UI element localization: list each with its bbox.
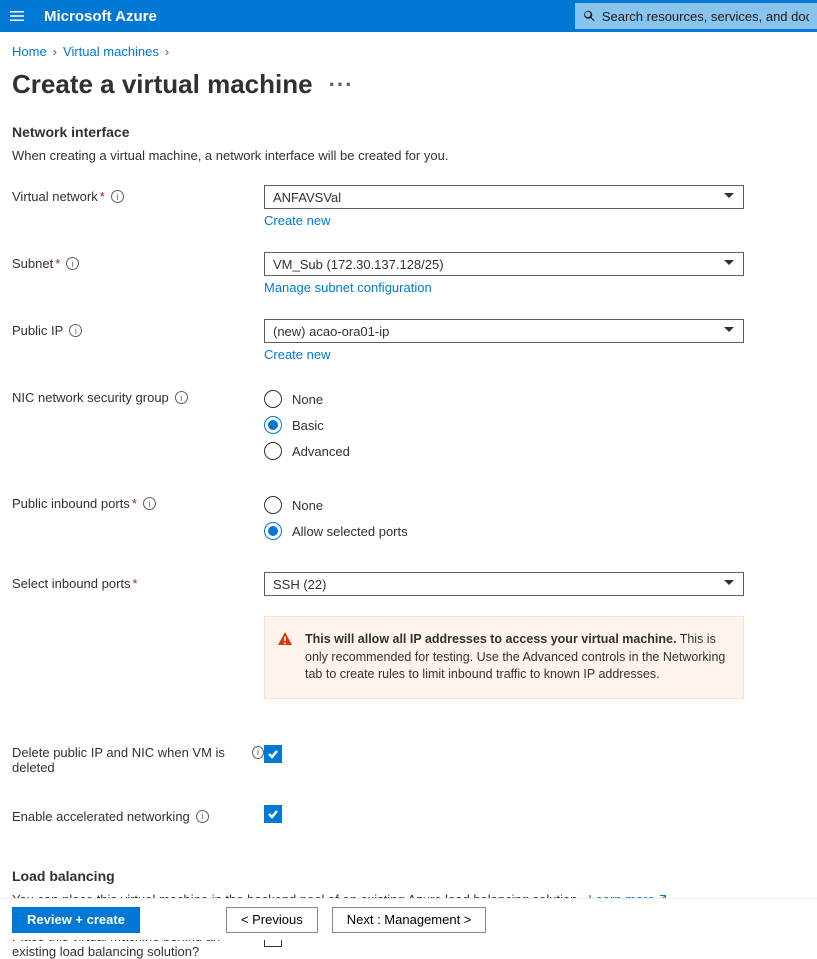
radio-icon xyxy=(264,496,282,514)
info-icon[interactable]: i xyxy=(143,497,156,510)
vnet-label: Virtual network xyxy=(12,189,98,204)
info-icon[interactable]: i xyxy=(175,391,188,404)
subnet-label: Subnet xyxy=(12,256,53,271)
ports-warning-alert: This will allow all IP addresses to acce… xyxy=(264,616,744,699)
breadcrumb-home[interactable]: Home xyxy=(12,44,47,59)
subnet-dropdown[interactable]: VM_Sub (172.30.137.128/25) xyxy=(264,252,744,276)
review-create-button[interactable]: Review + create xyxy=(12,907,140,933)
search-icon xyxy=(583,9,596,23)
chevron-down-icon xyxy=(723,324,735,339)
info-icon[interactable]: i xyxy=(111,190,124,203)
radio-icon xyxy=(264,416,282,434)
required-indicator: * xyxy=(55,256,60,271)
publicip-create-new-link[interactable]: Create new xyxy=(264,347,330,362)
next-button[interactable]: Next : Management > xyxy=(332,907,487,933)
required-indicator: * xyxy=(100,189,105,204)
accel-net-label: Enable accelerated networking xyxy=(12,809,190,824)
nsg-none-label: None xyxy=(292,392,323,407)
vnet-value: ANFAVSVal xyxy=(273,190,723,205)
nsg-radio-basic[interactable]: Basic xyxy=(264,412,756,438)
public-ip-dropdown[interactable]: (new) acao-ora01-ip xyxy=(264,319,744,343)
radio-icon xyxy=(264,442,282,460)
vnet-create-new-link[interactable]: Create new xyxy=(264,213,330,228)
delete-ip-label: Delete public IP and NIC when VM is dele… xyxy=(12,745,246,775)
nsg-label: NIC network security group xyxy=(12,390,169,405)
public-ip-value: (new) acao-ora01-ip xyxy=(273,324,723,339)
nsg-radio-advanced[interactable]: Advanced xyxy=(264,438,756,464)
breadcrumb: Home › Virtual machines › xyxy=(12,44,805,59)
required-indicator: * xyxy=(133,576,138,591)
chevron-down-icon xyxy=(723,577,735,592)
ports-radio-none[interactable]: None xyxy=(264,492,756,518)
chevron-right-icon: › xyxy=(165,44,169,59)
hamburger-icon xyxy=(9,8,25,24)
chevron-down-icon xyxy=(723,190,735,205)
info-icon[interactable]: i xyxy=(66,257,79,270)
select-ports-value: SSH (22) xyxy=(273,577,723,592)
delete-ip-checkbox[interactable] xyxy=(264,745,282,763)
warning-icon xyxy=(277,631,293,647)
subnet-value: VM_Sub (172.30.137.128/25) xyxy=(273,257,723,272)
previous-button[interactable]: < Previous xyxy=(226,907,318,933)
network-section-title: Network interface xyxy=(12,124,805,140)
info-icon[interactable]: i xyxy=(196,810,209,823)
ports-none-label: None xyxy=(292,498,323,513)
nsg-basic-label: Basic xyxy=(292,418,324,433)
checkmark-icon xyxy=(267,748,279,760)
search-input[interactable] xyxy=(602,9,809,24)
radio-icon xyxy=(264,522,282,540)
page-title-text: Create a virtual machine xyxy=(12,69,313,100)
chevron-right-icon: › xyxy=(53,44,57,59)
checkmark-icon xyxy=(267,808,279,820)
alert-strong-text: This will allow all IP addresses to acce… xyxy=(305,632,676,646)
ports-allow-label: Allow selected ports xyxy=(292,524,408,539)
public-ip-label: Public IP xyxy=(12,323,63,338)
select-ports-label: Select inbound ports xyxy=(12,576,131,591)
manage-subnet-link[interactable]: Manage subnet configuration xyxy=(264,280,432,295)
network-section-desc: When creating a virtual machine, a netwo… xyxy=(12,148,805,163)
chevron-down-icon xyxy=(723,257,735,272)
radio-icon xyxy=(264,390,282,408)
breadcrumb-vms[interactable]: Virtual machines xyxy=(63,44,159,59)
global-search[interactable] xyxy=(575,3,817,29)
accel-net-checkbox[interactable] xyxy=(264,805,282,823)
page-title: Create a virtual machine ··· xyxy=(12,69,805,100)
brand-label: Microsoft Azure xyxy=(44,8,157,25)
info-icon[interactable]: i xyxy=(252,746,264,759)
top-bar: Microsoft Azure xyxy=(0,0,817,32)
inbound-ports-label: Public inbound ports xyxy=(12,496,130,511)
nsg-advanced-label: Advanced xyxy=(292,444,350,459)
vnet-dropdown[interactable]: ANFAVSVal xyxy=(264,185,744,209)
lb-section-title: Load balancing xyxy=(12,868,805,884)
nsg-radio-none[interactable]: None xyxy=(264,386,756,412)
footer-bar: Review + create < Previous Next : Manage… xyxy=(0,898,817,940)
info-icon[interactable]: i xyxy=(69,324,82,337)
ports-radio-allow[interactable]: Allow selected ports xyxy=(264,518,756,544)
required-indicator: * xyxy=(132,496,137,511)
more-actions-icon[interactable]: ··· xyxy=(329,72,354,98)
hamburger-menu[interactable] xyxy=(0,0,34,32)
select-ports-dropdown[interactable]: SSH (22) xyxy=(264,572,744,596)
